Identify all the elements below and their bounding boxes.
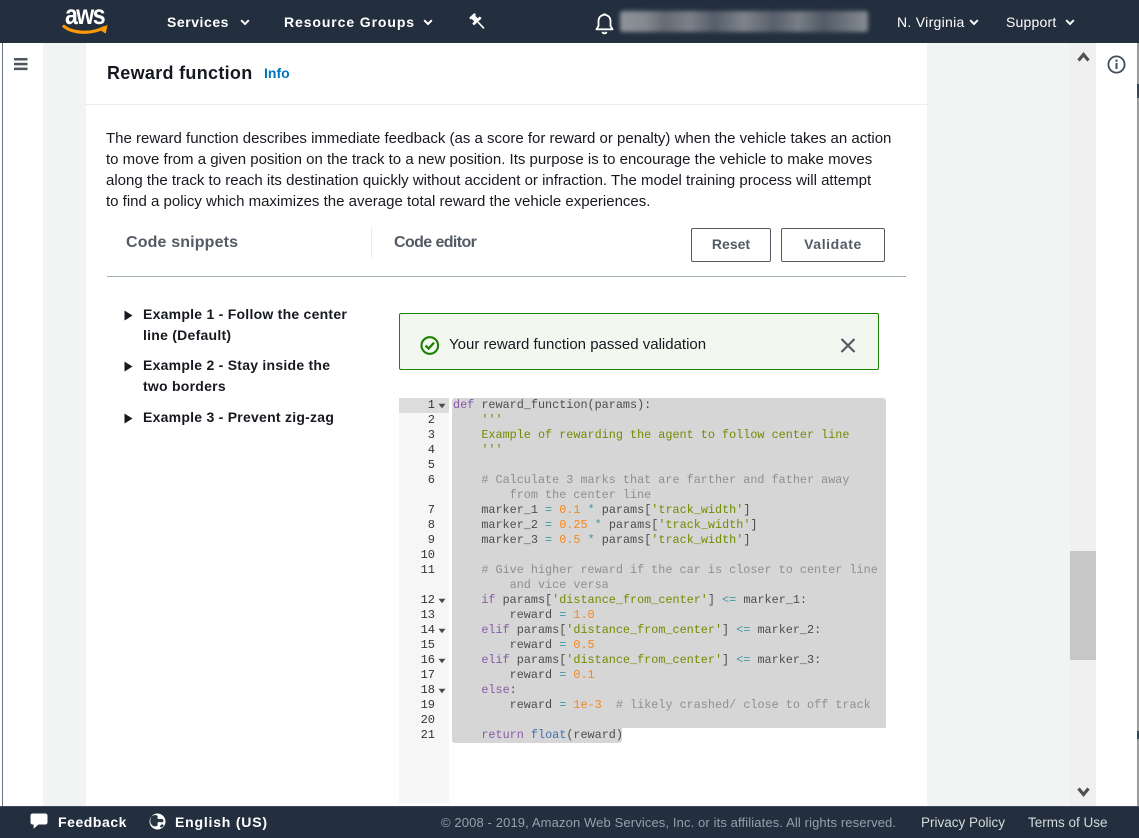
svg-text:aws: aws xyxy=(65,4,105,30)
